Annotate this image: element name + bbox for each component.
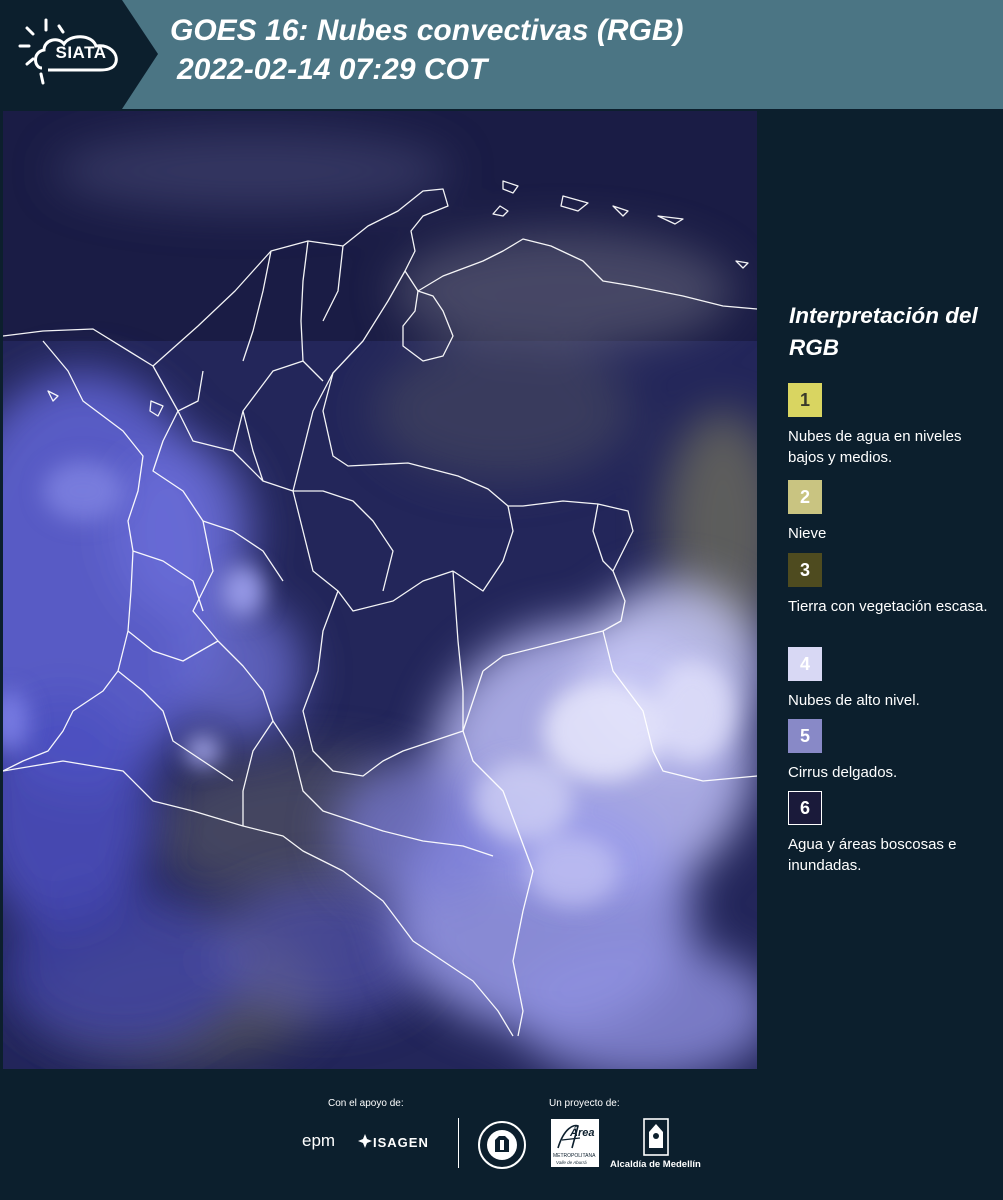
- isagen-logo[interactable]: ISAGEN: [373, 1135, 429, 1150]
- area-logo-subtext: METROPOLITANA: [553, 1153, 596, 1159]
- support-label: Con el apoyo de:: [328, 1098, 404, 1109]
- legend-panel: Interpretación del RGB 1 Nubes de agua e…: [760, 110, 1003, 1068]
- legend-item: 3 Tierra con vegetación escasa.: [788, 553, 1000, 617]
- legend-swatch: 1: [788, 383, 822, 417]
- legend-item: 6 Agua y áreas boscosas e inundadas.: [788, 791, 1000, 876]
- legend-swatch: 2: [788, 480, 822, 514]
- logo-text: SIATA: [55, 43, 107, 62]
- siata-logo[interactable]: SIATA: [0, 0, 160, 109]
- legend-item: 1 Nubes de agua en niveles bajos y medio…: [788, 383, 1000, 468]
- epm-logo[interactable]: epm: [302, 1131, 335, 1151]
- isagen-icon: [358, 1134, 372, 1148]
- page-timestamp: 2022-02-14 07:29 COT: [177, 53, 488, 86]
- page-title: GOES 16: Nubes convectivas (RGB): [170, 14, 684, 47]
- legend-title: Interpretación del RGB: [789, 303, 978, 360]
- legend-swatch: 4: [788, 647, 822, 681]
- legend-swatch: 5: [788, 719, 822, 753]
- header-bar: SIATA GOES 16: Nubes convectivas (RGB) 2…: [0, 0, 1003, 109]
- satellite-map[interactable]: [3, 111, 757, 1069]
- satellite-image: [3, 111, 757, 1069]
- alcaldia-crest-icon[interactable]: [643, 1118, 669, 1156]
- area-logo-subtext2: Valle de Aburrá: [556, 1160, 587, 1165]
- legend-item: 4 Nubes de alto nivel.: [788, 647, 1000, 711]
- footer: Con el apoyo de: Un proyecto de: epm ISA…: [0, 1070, 1003, 1200]
- legend-item: 5 Cirrus delgados.: [788, 719, 1000, 783]
- project-label: Un proyecto de:: [549, 1098, 620, 1109]
- footer-divider: [458, 1118, 459, 1168]
- legend-swatch: 6: [788, 791, 822, 825]
- legend-label: Nubes de agua en niveles bajos y medios.: [788, 428, 962, 466]
- legend-label: Nubes de alto nivel.: [788, 692, 920, 709]
- legend-label: Agua y áreas boscosas e inundadas.: [788, 836, 957, 874]
- legend-label: Cirrus delgados.: [788, 764, 898, 781]
- area-logo-text: Área: [570, 1127, 595, 1139]
- alcaldia-text: Alcaldía de Medellín: [610, 1159, 701, 1170]
- legend-swatch: 3: [788, 553, 822, 587]
- legend-label: Tierra con vegetación escasa.: [788, 598, 988, 615]
- legend-label: Nieve: [788, 525, 827, 542]
- medellin-seal-icon[interactable]: [477, 1120, 527, 1170]
- legend-item: 2 Nieve: [788, 480, 1000, 544]
